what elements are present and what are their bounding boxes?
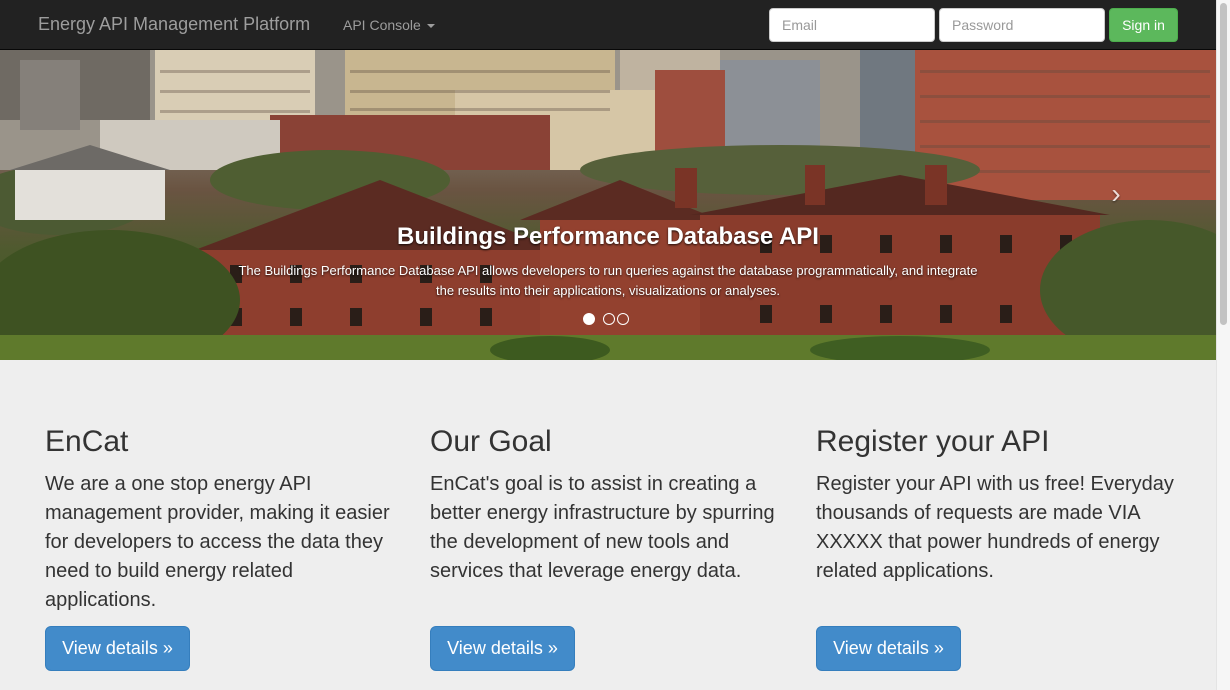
column-heading: Register your API bbox=[816, 425, 1050, 458]
chevron-right-icon[interactable]: › bbox=[1101, 174, 1131, 214]
scrollbar-thumb[interactable] bbox=[1220, 3, 1227, 325]
page-scrollbar[interactable] bbox=[1216, 0, 1230, 690]
brand-link[interactable]: Energy API Management Platform bbox=[38, 14, 310, 35]
carousel-indicator-1[interactable] bbox=[583, 313, 595, 325]
column-body: We are a one stop energy API management … bbox=[45, 473, 390, 611]
register-api-column: Register your API Register your API with… bbox=[816, 420, 1176, 671]
chevron-left-icon[interactable] bbox=[88, 174, 118, 214]
carousel-indicators bbox=[583, 313, 643, 327]
our-goal-column: Our Goal EnCat's goal is to assist in cr… bbox=[430, 420, 790, 671]
sign-in-button[interactable]: Sign in bbox=[1109, 8, 1178, 42]
carousel-indicator-2[interactable] bbox=[603, 313, 615, 325]
encat-column: EnCat We are a one stop energy API manag… bbox=[45, 420, 405, 671]
view-details-button[interactable]: View details » bbox=[816, 626, 961, 671]
carousel-text: The Buildings Performance Database API a… bbox=[238, 263, 978, 298]
api-console-dropdown[interactable]: API Console bbox=[343, 17, 435, 33]
column-heading: Our Goal bbox=[430, 425, 552, 458]
carousel-title: Buildings Performance Database API bbox=[397, 223, 819, 250]
password-input[interactable] bbox=[939, 8, 1105, 42]
carousel-indicator-3[interactable] bbox=[617, 313, 629, 325]
view-details-button[interactable]: View details » bbox=[430, 626, 575, 671]
column-body: EnCat's goal is to assist in creating a … bbox=[430, 473, 775, 582]
hero-carousel: › Buildings Performance Database API The… bbox=[0, 50, 1216, 360]
view-details-button[interactable]: View details » bbox=[45, 626, 190, 671]
api-console-label: API Console bbox=[343, 17, 421, 33]
column-body: Register your API with us free! Everyday… bbox=[816, 473, 1174, 582]
navbar: Energy API Management Platform API Conso… bbox=[0, 0, 1216, 50]
caret-down-icon bbox=[426, 24, 435, 29]
column-heading: EnCat bbox=[45, 425, 129, 458]
email-input[interactable] bbox=[769, 8, 935, 42]
